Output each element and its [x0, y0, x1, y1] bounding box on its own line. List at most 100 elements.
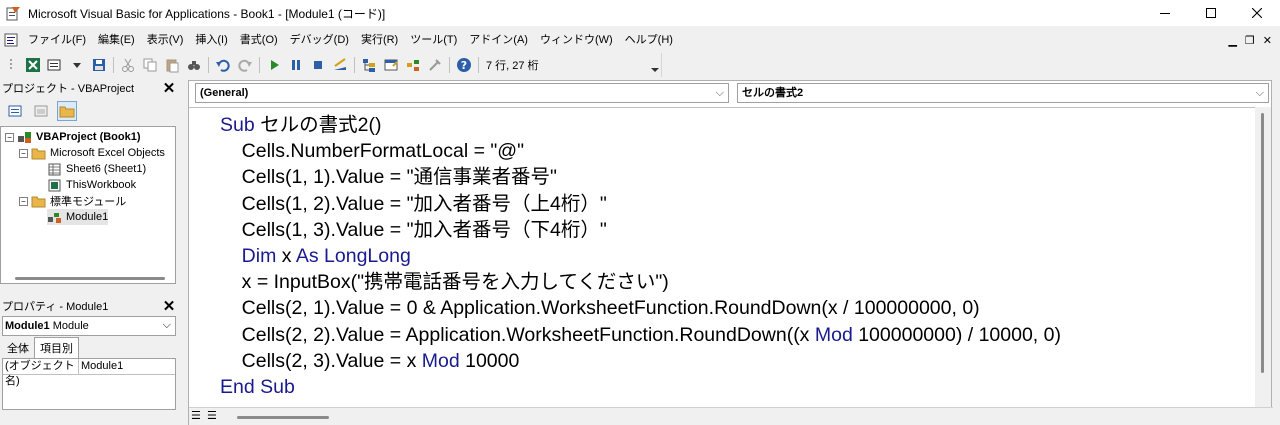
collapse-icon[interactable]: −: [5, 132, 14, 142]
code-line[interactable]: Cells(1, 3).Value = "加入者番号（下4桁）": [220, 217, 1061, 243]
code-line[interactable]: Cells(2, 1).Value = 0 & Application.Work…: [220, 295, 1061, 321]
toolbar-options-arrow[interactable]: [651, 57, 659, 73]
object-browser-icon[interactable]: [403, 55, 423, 75]
menu-help[interactable]: ヘルプ(H): [619, 28, 679, 52]
tree-item-label: ThisWorkbook: [66, 179, 137, 191]
code-line[interactable]: Cells(2, 3).Value = x Mod 10000: [220, 348, 1061, 374]
properties-object-type: Module: [52, 320, 89, 332]
procedure-combo-value: セルの書式2: [742, 87, 804, 99]
break-icon[interactable]: [286, 55, 306, 75]
mdi-close-button[interactable]: ✕: [1263, 34, 1272, 47]
project-tree: − VBAProject (Book1) − Microsoft Excel O…: [0, 126, 176, 284]
svg-text:?: ?: [461, 59, 467, 72]
project-close-button[interactable]: ✕: [160, 79, 178, 97]
full-module-view-icon[interactable]: ☰: [207, 409, 217, 422]
tree-item-standard-modules[interactable]: − 標準モジュール: [19, 193, 126, 209]
tab-categorized[interactable]: 項目別: [34, 337, 79, 358]
collapse-icon[interactable]: −: [19, 196, 28, 206]
toolbar-grip[interactable]: [1, 55, 21, 75]
menu-format[interactable]: 書式(O): [234, 28, 284, 52]
tree-item-module1[interactable]: Module1: [47, 209, 109, 225]
maximize-icon: [1206, 8, 1216, 18]
tree-item-label: 標準モジュール: [50, 196, 127, 208]
code-text[interactable]: Sub セルの書式2() Cells.NumberFormatLocal = "…: [220, 112, 1061, 400]
tab-alphabetic[interactable]: 全体: [2, 338, 34, 358]
menu-window[interactable]: ウィンドウ(W): [534, 28, 619, 52]
dropdown-arrow-icon[interactable]: [67, 55, 87, 75]
close-button[interactable]: [1234, 0, 1280, 26]
view-excel-icon[interactable]: [23, 55, 43, 75]
properties-close-button[interactable]: ✕: [160, 297, 178, 315]
insert-module-icon[interactable]: [45, 55, 65, 75]
tree-item-excel-objects[interactable]: − Microsoft Excel Objects: [19, 145, 165, 161]
code-editor[interactable]: Sub セルの書式2() Cells.NumberFormatLocal = "…: [189, 107, 1257, 407]
mdi-restore-button[interactable]: ❐: [1245, 34, 1255, 47]
code-line[interactable]: Dim x As LongLong: [220, 243, 1061, 269]
menu-view[interactable]: 表示(V): [141, 28, 190, 52]
save-icon[interactable]: [89, 55, 109, 75]
toolbar-separator: [478, 57, 479, 73]
menu-run[interactable]: 実行(R): [355, 28, 404, 52]
mdi-minimize-button[interactable]: ▁: [1228, 34, 1236, 47]
tree-item-sheet6[interactable]: Sheet6 (Sheet1): [47, 161, 146, 177]
code-line[interactable]: x = InputBox("携帯電話番号を入力してください"): [220, 269, 1061, 295]
run-icon[interactable]: [264, 55, 284, 75]
view-object-icon[interactable]: [31, 101, 51, 121]
property-row[interactable]: (オブジェクト名) Module1: [3, 359, 175, 387]
code-line[interactable]: Sub セルの書式2(): [220, 112, 1061, 138]
menu-bar: ファイル(F) 編集(E) 表示(V) 挿入(I) 書式(O) デバッグ(D) …: [0, 28, 1280, 52]
tree-item-thisworkbook[interactable]: ThisWorkbook: [47, 177, 136, 193]
paste-icon[interactable]: [162, 55, 182, 75]
project-explorer-pane: プロジェクト - VBAProject ✕ − VBAProject (Book…: [0, 78, 178, 290]
cut-icon[interactable]: [118, 55, 138, 75]
procedure-view-icon[interactable]: ☰: [191, 409, 201, 422]
help-icon[interactable]: ?: [454, 55, 474, 75]
properties-object-select[interactable]: Module1 Module ⌵: [2, 316, 176, 336]
properties-window-icon[interactable]: [381, 55, 401, 75]
menu-debug[interactable]: デバッグ(D): [284, 28, 355, 52]
find-icon[interactable]: [184, 55, 204, 75]
chevron-down-icon: ⌵: [1255, 87, 1264, 99]
project-tree-hscroll-thumb[interactable]: [15, 277, 165, 280]
code-line[interactable]: End Sub: [220, 374, 1061, 400]
view-code-icon[interactable]: [5, 101, 25, 121]
minimize-button[interactable]: [1142, 0, 1188, 26]
menu-edit[interactable]: 編集(E): [92, 28, 141, 52]
vertical-scroll-thumb[interactable]: [1261, 113, 1264, 373]
maximize-button[interactable]: [1188, 0, 1234, 26]
menu-insert[interactable]: 挿入(I): [189, 28, 233, 52]
project-explorer-icon[interactable]: [359, 55, 379, 75]
vba-app-icon[interactable]: [6, 5, 22, 21]
reset-icon[interactable]: [308, 55, 328, 75]
toolbar-separator: [113, 57, 114, 73]
horizontal-scroll-thumb[interactable]: [237, 416, 329, 419]
menu-file[interactable]: ファイル(F): [22, 28, 92, 52]
workbook-icon: [48, 179, 61, 191]
design-mode-icon[interactable]: [330, 55, 350, 75]
code-window-icon[interactable]: [0, 28, 22, 52]
tree-item-vbaproject[interactable]: − VBAProject (Book1): [5, 129, 141, 145]
toggle-folders-icon[interactable]: [57, 101, 77, 121]
redo-icon[interactable]: [235, 55, 255, 75]
code-line[interactable]: Cells.NumberFormatLocal = "@": [220, 138, 1061, 164]
collapse-icon[interactable]: −: [19, 148, 28, 158]
object-combo[interactable]: (General) ⌵: [195, 83, 729, 103]
menu-addins[interactable]: アドイン(A): [463, 28, 534, 52]
undo-icon[interactable]: [213, 55, 233, 75]
toolbox-icon[interactable]: [425, 55, 445, 75]
menu-tools[interactable]: ツール(T): [404, 28, 463, 52]
title-bar: Microsoft Visual Basic for Applications …: [0, 0, 1280, 26]
properties-object-name: Module1: [5, 320, 50, 332]
code-line[interactable]: Cells(1, 1).Value = "通信事業者番号": [220, 164, 1061, 190]
copy-icon[interactable]: [140, 55, 160, 75]
property-name: (オブジェクト名): [3, 359, 79, 387]
property-value[interactable]: Module1: [79, 359, 123, 374]
code-window-bottom-bar: ☰ ☰: [189, 407, 1273, 425]
module-icon: [48, 212, 61, 223]
vertical-scrollbar[interactable]: [1255, 107, 1271, 407]
minimize-icon: [1160, 13, 1170, 14]
code-line[interactable]: Cells(1, 2).Value = "加入者番号（上4桁）": [220, 191, 1061, 217]
folder-open-icon: [31, 148, 46, 159]
procedure-combo[interactable]: セルの書式2 ⌵: [737, 83, 1269, 103]
code-line[interactable]: Cells(2, 2).Value = Application.Workshee…: [220, 322, 1061, 348]
